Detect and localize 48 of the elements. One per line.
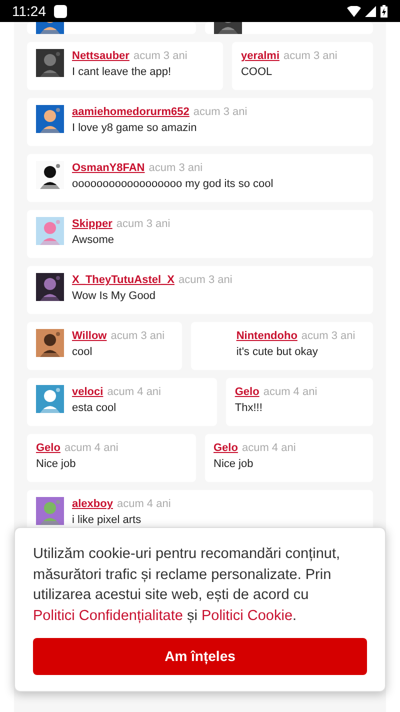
comment-text: I love y8 game so amazin xyxy=(72,121,198,135)
comment-time: acum 4 ani xyxy=(116,497,171,511)
username-link[interactable]: aamiehomedorurm652 xyxy=(72,105,190,119)
comment-text: Nice job xyxy=(36,457,77,471)
comment-time: acum 3 ani xyxy=(133,49,188,63)
comment-time: acum 4 ani xyxy=(263,385,318,399)
battery-icon xyxy=(380,4,388,18)
comment-time: acum 4 ani xyxy=(242,441,296,455)
signal-icon xyxy=(365,6,376,16)
username-link[interactable]: Gelo xyxy=(36,441,60,455)
username-link[interactable]: alexboy xyxy=(72,497,113,511)
comment-text: COOL xyxy=(240,65,274,79)
comment-time: acum 3 ani xyxy=(148,161,203,175)
comment-text: it's cute but okay xyxy=(236,345,319,359)
username-link[interactable]: Skipper xyxy=(72,217,112,231)
comment-time: acum 3 ani xyxy=(193,105,248,119)
comment-time: acum 3 ani xyxy=(301,329,356,343)
username-link[interactable]: Gelo xyxy=(214,441,238,455)
comment-text: Wow Is My Good xyxy=(72,289,157,303)
username-link[interactable]: yeralmi xyxy=(240,49,280,63)
comment-time: acum 4 ani xyxy=(64,441,118,455)
comment-time: acum 3 ani xyxy=(284,49,338,63)
username-link[interactable]: X_TheyTutuAstel_X xyxy=(72,273,174,287)
wifi-icon xyxy=(347,6,361,16)
comment-text: Awsome xyxy=(72,233,115,247)
username-link[interactable]: Willow xyxy=(72,329,107,343)
comment-text: i like pixel arts xyxy=(72,513,142,527)
accept-button[interactable]: Am înțeles xyxy=(33,638,367,675)
comment-text: I cant leave the app! xyxy=(72,65,172,79)
comment-text: cool xyxy=(72,345,94,359)
notification-icon xyxy=(54,4,67,18)
privacy-policy-link[interactable]: Politici Confidențialitate xyxy=(33,608,183,624)
comment-text: esta cool xyxy=(72,401,118,415)
username-link[interactable]: veloci xyxy=(72,385,104,399)
comment-text: Nice job xyxy=(214,457,254,471)
comment-text: Thx!!! xyxy=(234,401,264,415)
comment-time: acum 3 ani xyxy=(110,329,165,343)
username-link[interactable]: Nintendoho xyxy=(236,329,298,343)
cookie-message: Utilizăm cookie-uri pentru recomandări conținut, măsurători trafic și reclame personalizate. Prin utilizarea acestui site web, ești de acord cu Politici Confidențialitate și Politici Cookie. xyxy=(33,545,342,626)
comment-text: oooooooooooooooooo my god its so cool xyxy=(72,177,274,191)
comment-time: acum 4 ani xyxy=(107,385,161,399)
username-link[interactable]: OsmanY8FAN xyxy=(72,161,145,175)
comment-time: acum 3 ani xyxy=(116,217,170,231)
comment-time: acum 3 ani xyxy=(178,273,232,287)
username-link[interactable]: Gelo xyxy=(234,385,260,399)
username-link[interactable]: Nettsauber xyxy=(72,49,130,63)
status-time: 11:24 xyxy=(12,2,46,20)
cookie-policy-link[interactable]: Politici Cookie xyxy=(201,608,293,624)
